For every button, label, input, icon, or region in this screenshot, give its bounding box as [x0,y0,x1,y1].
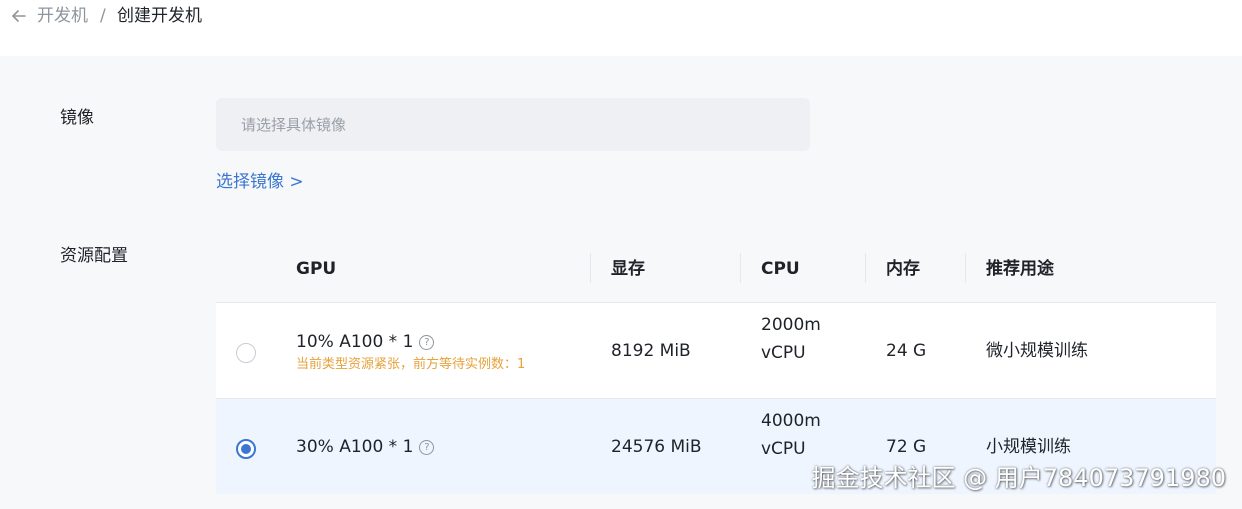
select-image-link[interactable]: 选择镜像 > [216,170,304,194]
header-divider [590,253,591,283]
back-arrow-icon[interactable] [8,5,30,27]
ram-cell: 24 G [886,341,927,361]
header-ram: 内存 [886,259,920,279]
header-divider [740,253,741,283]
cpu-value: 2000m [761,315,821,335]
image-input[interactable] [216,98,810,151]
vram-cell: 24576 MiB [611,437,702,457]
gpu-cell: 10% A100 * 1 ? [296,328,435,356]
table-row[interactable]: 10% A100 * 1 ? 当前类型资源紧张，前方等待实例数：1 8192 M… [216,302,1216,398]
breadcrumb-separator: / [100,6,106,26]
gpu-cell: 30% A100 * 1 ? [296,433,435,461]
vram-cell: 8192 MiB [611,341,691,361]
help-icon[interactable]: ? [419,334,435,350]
header-gpu: GPU [296,259,337,279]
header-divider [865,253,866,283]
resource-table: GPU 显存 CPU 内存 推荐用途 10% A100 * 1 ? 当前类型资源… [216,236,1216,494]
cpu-value: 4000m [761,411,821,431]
gpu-spec: 30% A100 * 1 [296,437,414,457]
top-bar: 开发机 / 创建开发机 [0,0,1242,56]
radio-button[interactable] [236,343,256,363]
table-header: GPU 显存 CPU 内存 推荐用途 [216,236,1216,302]
help-icon[interactable]: ? [419,439,435,455]
usage-cell: 微小规模训练 [986,341,1088,361]
header-divider [965,253,966,283]
image-label: 镜像 [60,108,94,128]
resource-config-label: 资源配置 [60,246,128,266]
resource-warning: 当前类型资源紧张，前方等待实例数：1 [296,357,526,372]
header-vram: 显存 [611,259,645,279]
usage-cell: 小规模训练 [986,437,1071,457]
breadcrumb-parent[interactable]: 开发机 [37,5,88,27]
radio-button-selected[interactable] [236,439,256,459]
breadcrumb-current: 创建开发机 [117,6,202,26]
cpu-unit: vCPU [761,439,806,459]
ram-cell: 72 G [886,437,927,457]
header-cpu: CPU [761,259,800,279]
gpu-spec: 10% A100 * 1 [296,332,414,352]
watermark: 掘金技术社区 @ 用户784073791980 [811,464,1227,492]
header-usage: 推荐用途 [986,259,1054,279]
cpu-unit: vCPU [761,343,806,363]
